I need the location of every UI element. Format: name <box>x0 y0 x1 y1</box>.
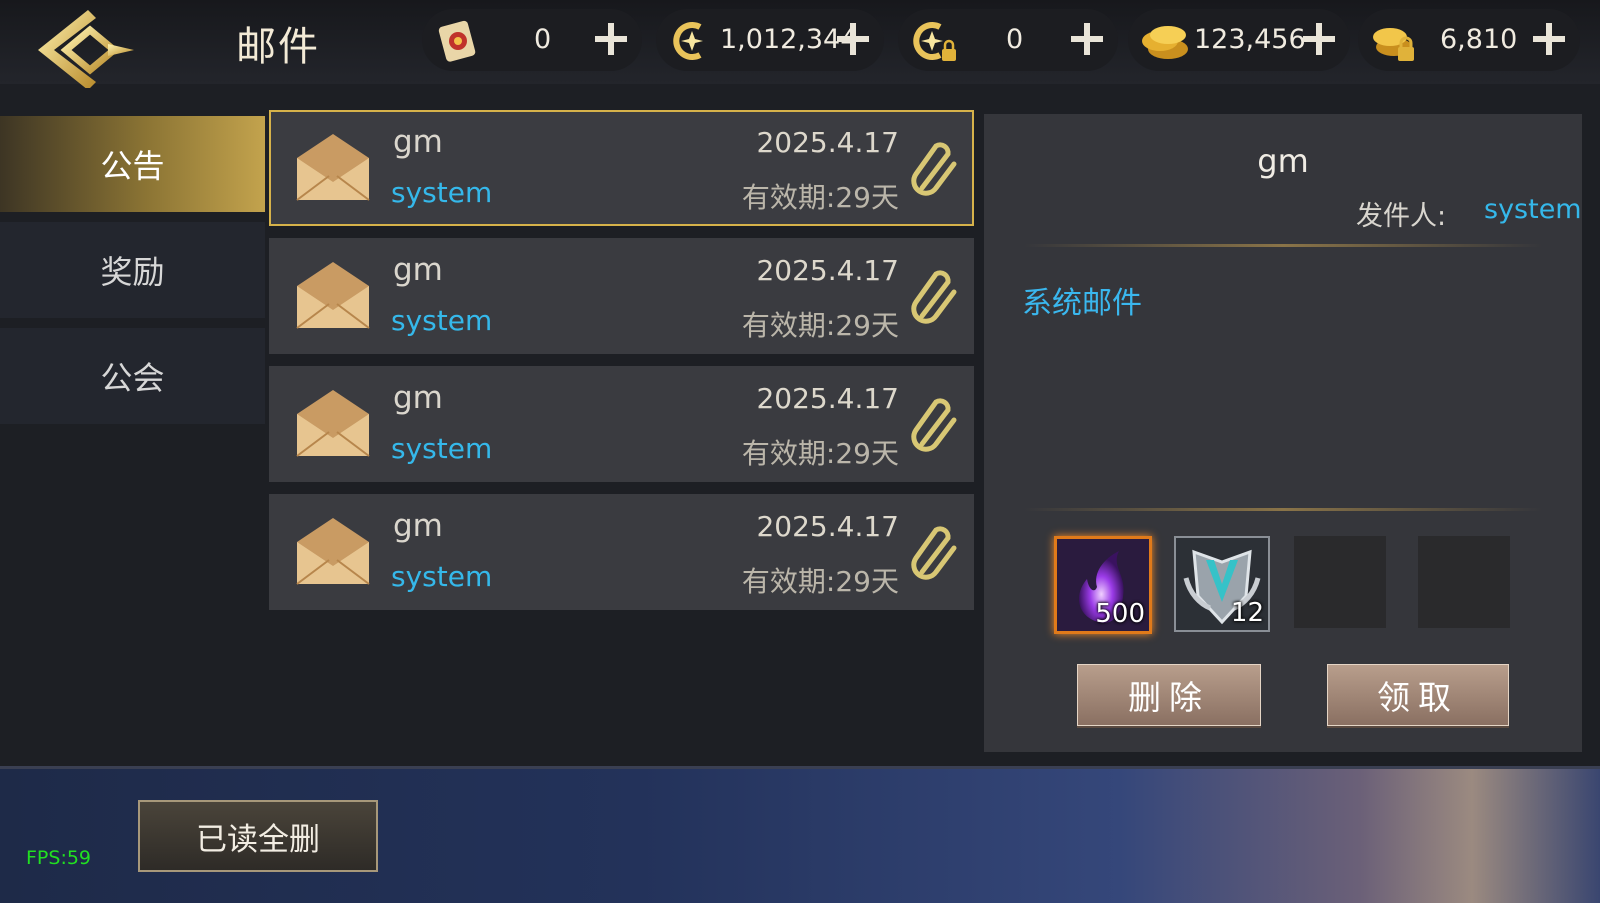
mail-detail-panel: gm 发件人: system 系统邮件 500 12 删除 领取 <box>984 114 1582 752</box>
mail-expiry: 有效期:29天 <box>741 309 899 342</box>
locked-star-coin-icon <box>913 22 956 61</box>
mail-expiry: 有效期:29天 <box>741 565 899 598</box>
detail-body: 系统邮件 <box>1022 286 1142 321</box>
mail-date: 2025.4.17 <box>756 126 899 159</box>
detail-title: gm <box>1257 142 1309 180</box>
mail-expiry: 有效期:29天 <box>741 437 899 470</box>
attachment-clip-icon <box>911 270 957 324</box>
mail-subject: gm <box>393 508 443 544</box>
resource-value: 123,456 <box>1194 24 1306 55</box>
divider <box>1024 244 1542 247</box>
star-coin-icon <box>673 22 703 60</box>
add-gold-icon[interactable] <box>1300 20 1338 58</box>
envelope-icon <box>296 390 370 457</box>
locked-gold-coins-icon <box>1373 28 1414 61</box>
attachment-slot-empty <box>1294 536 1386 628</box>
add-locked-gold-icon[interactable] <box>1530 20 1568 58</box>
resource-gold: 123,456 <box>1128 9 1350 71</box>
resource-value: 0 <box>534 24 552 55</box>
fps-counter: FPS:59 <box>26 847 92 869</box>
add-locked-star-coin-icon[interactable] <box>1068 20 1106 58</box>
detail-sender: system <box>1484 194 1582 225</box>
mail-sender: system <box>391 304 493 337</box>
mail-item[interactable]: gm system 2025.4.17 有效期:29天 <box>269 110 974 226</box>
delete-all-read-button[interactable]: 已读全删 <box>138 800 378 872</box>
tab-guild[interactable]: 公会 <box>0 328 265 424</box>
scroll-icon <box>438 20 476 62</box>
resource-scroll: 0 <box>422 9 642 71</box>
mail-sender: system <box>391 176 493 209</box>
attachment-clip-icon <box>911 526 957 580</box>
mail-item[interactable]: gm system 2025.4.17 有效期:29天 <box>269 494 974 610</box>
attachment-slot-empty <box>1418 536 1510 628</box>
gold-coins-icon <box>1142 26 1188 59</box>
resource-value: 6,810 <box>1440 24 1518 55</box>
tab-announcement[interactable]: 公告 <box>0 116 265 212</box>
resource-locked-star-coin: 0 <box>898 9 1118 71</box>
mail-sender: system <box>391 432 493 465</box>
mail-item[interactable]: gm system 2025.4.17 有效期:29天 <box>269 238 974 354</box>
claim-button[interactable]: 领取 <box>1327 664 1509 726</box>
mail-date: 2025.4.17 <box>756 510 899 543</box>
delete-button[interactable]: 删除 <box>1077 664 1261 726</box>
page-title: 邮件 <box>236 24 320 70</box>
envelope-icon <box>296 134 370 201</box>
envelope-icon <box>296 518 370 585</box>
mail-subject: gm <box>393 124 443 160</box>
detail-sender-label: 发件人: <box>1356 201 1447 232</box>
attachment-count: 500 <box>1095 599 1145 629</box>
mail-subject: gm <box>393 252 443 288</box>
top-bar: 邮件 0 1,012,344 0 123,456 6,810 <box>0 0 1600 88</box>
mail-sender: system <box>391 560 493 593</box>
attachment-slot[interactable]: 500 <box>1054 536 1152 634</box>
resource-value: 0 <box>1006 24 1024 55</box>
mail-item[interactable]: gm system 2025.4.17 有效期:29天 <box>269 366 974 482</box>
mail-date: 2025.4.17 <box>756 382 899 415</box>
mail-subject: gm <box>393 380 443 416</box>
tab-rewards[interactable]: 奖励 <box>0 222 265 318</box>
attachment-clip-icon <box>911 398 957 452</box>
envelope-icon <box>296 262 370 329</box>
attachment-clip-icon <box>911 142 957 196</box>
divider <box>1024 508 1542 511</box>
mail-expiry: 有效期:29天 <box>741 181 899 214</box>
attachment-slot[interactable]: 12 <box>1174 536 1270 632</box>
add-star-coin-icon[interactable] <box>834 20 872 58</box>
resource-star-coin: 1,012,344 <box>656 9 884 71</box>
mail-date: 2025.4.17 <box>756 254 899 287</box>
attachment-count: 12 <box>1230 598 1264 628</box>
add-scroll-icon[interactable] <box>592 20 630 58</box>
mail-category-tabs: 公告 奖励 公会 <box>0 116 265 434</box>
back-icon[interactable] <box>30 6 140 88</box>
resource-locked-gold: 6,810 <box>1358 9 1580 71</box>
